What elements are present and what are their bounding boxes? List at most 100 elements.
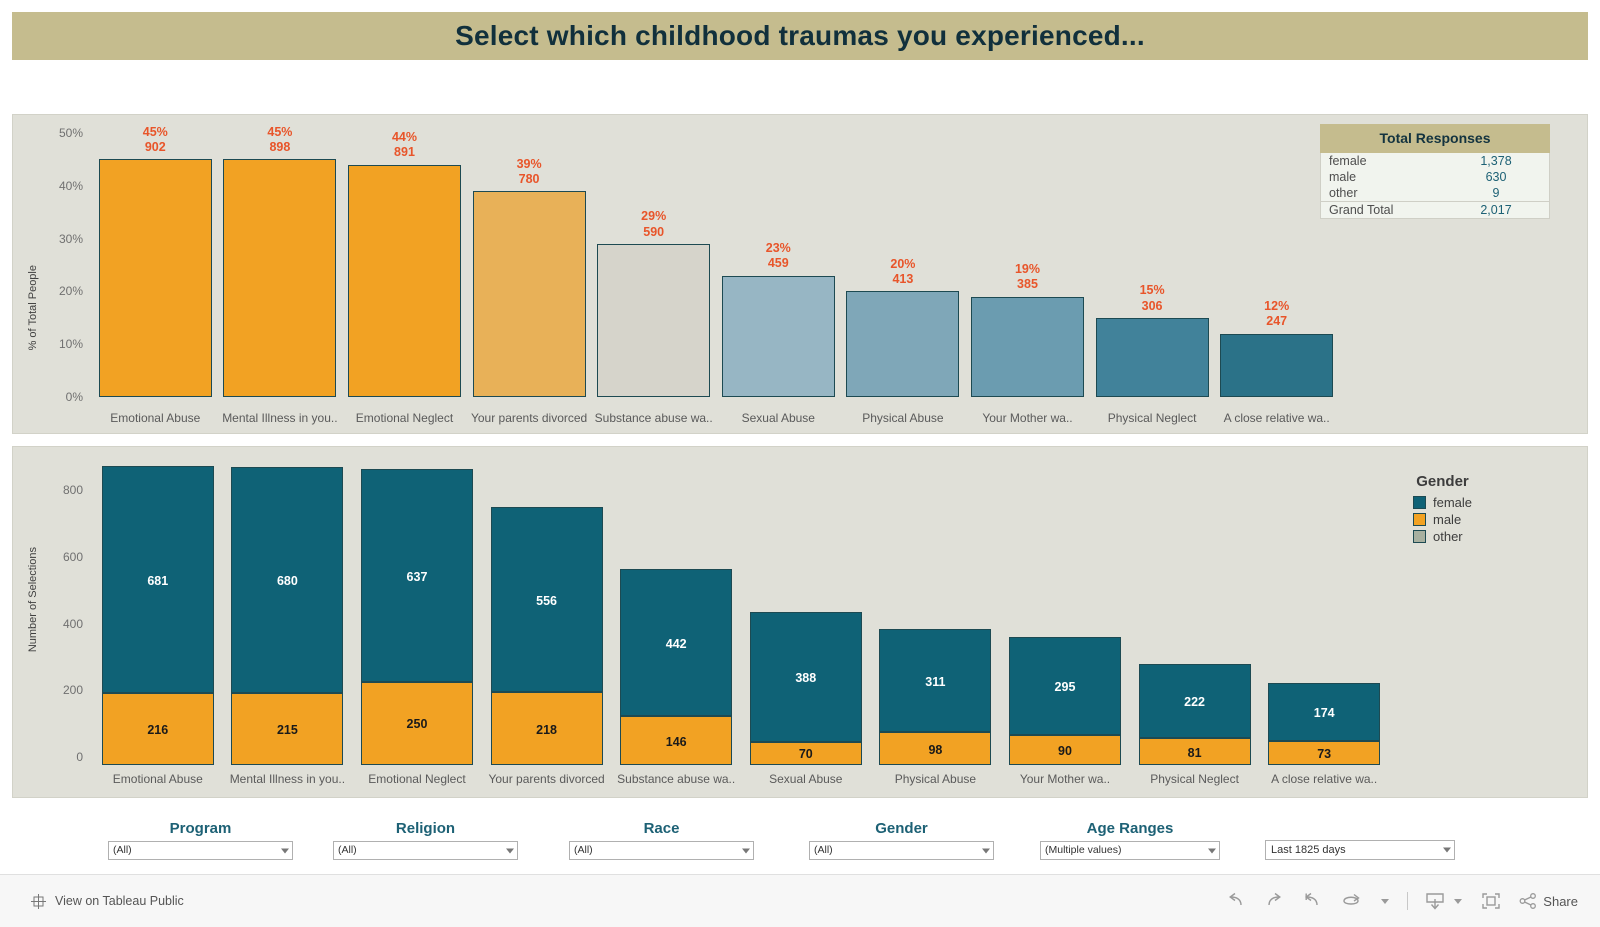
- toolbar-actions: Share: [1225, 891, 1578, 911]
- bar-column[interactable]: 44% 891 Emotional Neglect: [342, 125, 467, 425]
- total-responses-row-value: 9: [1492, 186, 1500, 200]
- bar-percent-label: 19%: [1014, 262, 1040, 277]
- bottom-chart-y-axis: 0 200 400 600 800: [41, 447, 83, 767]
- filter-age-ranges: Age Ranges (Multiple values): [1040, 820, 1220, 860]
- stacked-bar-column[interactable]: 215 680 Mental Illness in you..: [223, 455, 353, 786]
- share-button[interactable]: Share: [1518, 892, 1578, 910]
- filter-dropdown[interactable]: (All): [333, 841, 518, 860]
- bar-percent-label: 20%: [890, 256, 916, 271]
- y-axis-tick-label: 400: [62, 616, 83, 631]
- filter-dropdown[interactable]: (All): [108, 841, 293, 860]
- bar[interactable]: [472, 191, 586, 397]
- bar[interactable]: [721, 275, 835, 397]
- top-chart-y-axis-title: % of Total People: [27, 265, 39, 351]
- stacked-bar-column[interactable]: 98 311 Physical Abuse: [871, 455, 1001, 786]
- stacked-bar-column[interactable]: 218 556 Your parents divorced: [482, 455, 612, 786]
- download-icon[interactable]: [1424, 891, 1446, 911]
- stacked-bar-column[interactable]: 70 388 Sexual Abuse: [741, 455, 871, 786]
- bar-column[interactable]: 20% 413 Physical Abuse: [841, 125, 966, 425]
- filter-value: (All): [113, 844, 132, 856]
- view-on-tableau-public-label: View on Tableau Public: [55, 894, 184, 908]
- segment-value-label-male: 218: [536, 722, 558, 737]
- stacked-bar-column[interactable]: 250 637 Emotional Neglect: [352, 455, 482, 786]
- total-responses-row-value: 2,017: [1480, 203, 1512, 217]
- download-caret-icon[interactable]: [1452, 895, 1464, 907]
- bar-column[interactable]: 45% 902 Emotional Abuse: [93, 124, 218, 425]
- bar-value-label: 23% 459: [716, 241, 841, 272]
- y-axis-tick-label: 20%: [58, 284, 83, 299]
- bar-count-label: 413: [892, 272, 914, 287]
- legend-item-label: other: [1433, 529, 1463, 544]
- segment-value-label-male: 250: [406, 717, 428, 732]
- bar-column[interactable]: 15% 306 Physical Neglect: [1090, 125, 1215, 425]
- toolbar-divider: [1407, 892, 1409, 910]
- undo-icon[interactable]: [1225, 892, 1247, 910]
- bar[interactable]: [1095, 317, 1209, 397]
- filter-dropdown[interactable]: (All): [569, 841, 754, 860]
- total-responses-table: Total Responses female 1,378 male 630 other 9…: [1320, 124, 1550, 219]
- legend-item[interactable]: female: [1413, 495, 1472, 510]
- total-responses-row-label: female: [1329, 154, 1367, 168]
- stacked-bar-column[interactable]: 216 681 Emotional Abuse: [93, 455, 223, 786]
- bar[interactable]: [970, 296, 1084, 397]
- filter-value: (All): [574, 844, 593, 856]
- dashboard-title-banner: Select which childhood traumas you exper…: [12, 12, 1588, 60]
- y-axis-tick-label: 600: [62, 550, 83, 564]
- bar-value-label: 12% 247: [1214, 299, 1339, 330]
- filter-value: (All): [814, 844, 833, 856]
- fullscreen-icon[interactable]: [1480, 891, 1502, 911]
- caret-down-icon[interactable]: [1379, 895, 1391, 907]
- bar-percent-label: 44%: [391, 130, 417, 145]
- bar-count-label: 780: [518, 171, 540, 186]
- chevron-down-icon: [982, 848, 990, 853]
- segment-value-label-male: 73: [1317, 746, 1332, 761]
- bar-percent-label: 45%: [142, 124, 168, 139]
- legend-item[interactable]: other: [1413, 529, 1472, 544]
- stacked-bar-column[interactable]: 90 295 Your Mother wa..: [1000, 455, 1130, 786]
- bar-count-label: 459: [767, 256, 789, 271]
- y-axis-tick-label: 50%: [58, 126, 83, 140]
- chevron-down-icon: [1208, 848, 1216, 853]
- stacked-bar-column[interactable]: 146 442 Substance abuse wa..: [611, 455, 741, 786]
- stacked-bar-column[interactable]: 81 222 Physical Neglect: [1130, 455, 1260, 786]
- segment-value-label-male: 216: [147, 723, 169, 737]
- stacked-bar-column[interactable]: 73 174 A close relative wa..: [1259, 455, 1389, 786]
- date-range-filter[interactable]: Last 1825 days: [1265, 840, 1455, 860]
- bar-column[interactable]: 39% 780 Your parents divorced: [467, 125, 592, 425]
- bar-count-label: 898: [269, 140, 291, 155]
- selections-chart-panel: Number of Selections 0 200 400 600 800 216 68…: [12, 446, 1588, 798]
- page-title: Select which childhood traumas you exper…: [455, 20, 1145, 51]
- bar-column[interactable]: 23% 459 Sexual Abuse: [716, 125, 841, 425]
- bar[interactable]: [98, 159, 212, 397]
- filter-title: Religion: [395, 820, 456, 837]
- segment-value-label-male: 215: [276, 723, 298, 738]
- bar[interactable]: [223, 159, 337, 397]
- refresh-icon[interactable]: [1339, 892, 1363, 910]
- legend-title: Gender: [1416, 473, 1469, 490]
- bar-column[interactable]: 19% 385 Your Mother wa..: [965, 125, 1090, 425]
- redo-icon[interactable]: [1263, 892, 1285, 910]
- legend-item[interactable]: male: [1413, 512, 1472, 527]
- category-label: A close relative wa..: [1271, 772, 1378, 786]
- bar-count-label: 590: [643, 224, 665, 239]
- bar[interactable]: [846, 291, 960, 397]
- segment-value-label-female: 637: [406, 569, 428, 584]
- view-on-tableau-public-button[interactable]: View on Tableau Public: [30, 893, 184, 910]
- bar[interactable]: [347, 164, 461, 397]
- filter-title: Gender: [875, 820, 928, 837]
- bar-count-label: 891: [394, 145, 415, 160]
- total-responses-row: male 630: [1321, 169, 1549, 185]
- segment-value-label-female: 680: [276, 574, 298, 588]
- segment-value-label-male: 70: [798, 747, 813, 762]
- revert-icon[interactable]: [1301, 892, 1323, 910]
- bar-percent-label: 15%: [1139, 283, 1165, 298]
- total-responses-row: Grand Total 2,017: [1321, 201, 1549, 218]
- segment-value-label-female: 222: [1184, 695, 1206, 709]
- bar-column[interactable]: 45% 898 Mental Illness in you..: [218, 125, 343, 425]
- bar[interactable]: [597, 243, 711, 397]
- bar-column[interactable]: 29% 590 Substance abuse wa..: [591, 125, 716, 425]
- bar[interactable]: [1220, 333, 1334, 397]
- bar-count-label: 902: [144, 140, 166, 155]
- filter-dropdown[interactable]: (All): [809, 841, 994, 860]
- filter-dropdown[interactable]: (Multiple values): [1040, 841, 1220, 860]
